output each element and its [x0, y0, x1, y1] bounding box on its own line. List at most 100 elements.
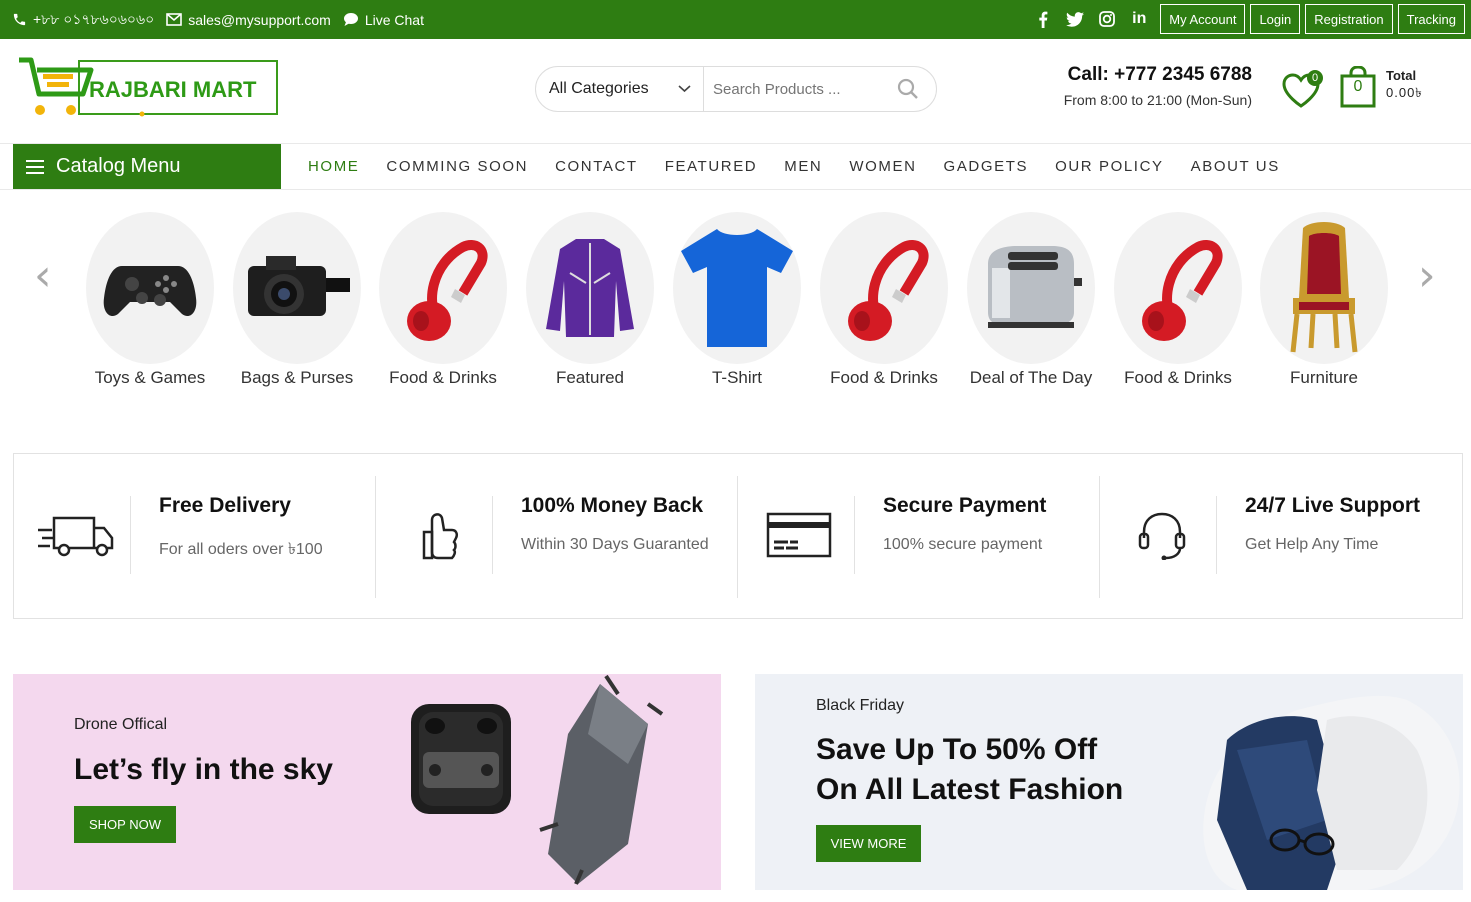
cart-button[interactable]: 0: [1340, 65, 1376, 108]
toaster-icon: [988, 246, 1082, 328]
category-select[interactable]: All Categories: [536, 67, 704, 111]
drone-controller-image: [411, 704, 511, 814]
call-info: Call: +777 2345 6788 From 8:00 to 21:00 …: [1040, 64, 1252, 108]
category-item-food-drinks[interactable]: Food & Drinks: [1108, 212, 1248, 388]
nav-item-home[interactable]: HOME: [308, 158, 359, 175]
feature-free-delivery: Free Delivery For all oders over ৳100: [14, 476, 376, 598]
contact-info: +৮৮ ০১৭৮৬০৬০৬০ sales@mysupport.com Live …: [12, 0, 436, 39]
category-item-food-drinks[interactable]: Food & Drinks: [373, 212, 513, 388]
email-address: sales@mysupport.com: [188, 11, 331, 28]
headset-icon: [1138, 512, 1186, 560]
site-logo[interactable]: RAJBARI MART: [17, 56, 279, 120]
feature-separator: [854, 496, 855, 574]
category-select-value: All Categories: [549, 80, 649, 97]
jacket-icon: [546, 239, 634, 337]
feature-separator: [492, 496, 493, 574]
nav-item-featured[interactable]: FEATURED: [665, 158, 758, 175]
registration-button[interactable]: Registration: [1305, 4, 1393, 34]
category-item-toys-games[interactable]: Toys & Games: [80, 212, 220, 388]
phone-contact[interactable]: +৮৮ ০১৭৮৬০৬০৬০: [12, 8, 154, 32]
feature-secure-payment: Secure Payment 100% secure payment: [738, 476, 1100, 598]
wishlist-count-badge: 0: [1307, 70, 1323, 86]
cart-total-label: Total: [1386, 68, 1417, 83]
category-item-deal-of-the-day[interactable]: Deal of The Day: [961, 212, 1101, 388]
category-label: T-Shirt: [711, 368, 763, 387]
search-icon[interactable]: [897, 78, 919, 100]
nav-item-gadgets[interactable]: GADGETS: [944, 158, 1029, 175]
category-item-featured[interactable]: Featured: [520, 212, 660, 388]
feature-subtitle: Get Help Any Time: [1245, 536, 1379, 553]
banner-eyebrow: Drone Offical: [74, 716, 168, 733]
tracking-button[interactable]: Tracking: [1397, 4, 1465, 34]
category-image: [967, 212, 1095, 364]
live-chat-link[interactable]: Live Chat: [343, 12, 424, 28]
headphones-icon: [1142, 240, 1223, 341]
logo-text: RAJBARI MART: [89, 77, 257, 102]
category-label: Deal of The Day: [969, 368, 1093, 387]
nav-item-contact[interactable]: CONTACT: [555, 158, 638, 175]
category-image: [86, 212, 214, 364]
banner-eyebrow: Black Friday: [816, 697, 905, 714]
cart-total-value: 0.00৳: [1386, 85, 1423, 100]
twitter-icon[interactable]: [1064, 8, 1086, 30]
headphones-icon: [407, 240, 488, 341]
drone-banner[interactable]: Drone Offical Let’s fly in the sky SHOP …: [13, 674, 721, 890]
phone-icon: [13, 13, 26, 26]
chair-icon: [1290, 222, 1358, 353]
category-label: Toys & Games: [94, 368, 206, 387]
facebook-icon[interactable]: [1032, 8, 1054, 30]
nav-item-our-policy[interactable]: OUR POLICY: [1055, 158, 1164, 175]
call-number: Call: +777 2345 6788: [1067, 64, 1252, 85]
category-label: Food & Drinks: [830, 368, 938, 387]
search-bar: All Categories: [535, 66, 937, 112]
phone-number: +৮৮ ০১৭৮৬০৬০৬০: [33, 10, 155, 27]
wishlist-button[interactable]: 0: [1281, 70, 1323, 110]
category-image: [673, 212, 801, 364]
my-account-button[interactable]: My Account: [1160, 4, 1246, 34]
feature-title: 100% Money Back: [521, 494, 704, 517]
cart-total[interactable]: Total 0.00৳: [1386, 68, 1423, 105]
catalog-menu-label: Catalog Menu: [56, 155, 181, 177]
linkedin-icon[interactable]: in: [1128, 8, 1150, 30]
category-image: [379, 212, 507, 364]
catalog-menu-button[interactable]: Catalog Menu: [13, 144, 281, 189]
search-input[interactable]: [713, 69, 893, 109]
banner-headline-line2: On All Latest Fashion: [816, 773, 1124, 806]
headphones-icon: [848, 240, 929, 341]
category-image: [1114, 212, 1242, 364]
cart-count: 0: [1353, 78, 1363, 95]
top-bar: +৮৮ ০১৭৮৬০৬০৬০ sales@mysupport.com Live …: [0, 0, 1471, 39]
carousel-prev-arrow[interactable]: ‹: [34, 250, 52, 301]
thumbs-up-icon: [422, 513, 459, 560]
category-item-food-drinks[interactable]: Food & Drinks: [814, 212, 954, 388]
banner-headline: Let’s fly in the sky: [74, 753, 333, 786]
category-label: Food & Drinks: [1124, 368, 1232, 387]
view-more-button[interactable]: VIEW MORE: [816, 825, 921, 862]
nav-item-comming-soon[interactable]: COMMING SOON: [386, 158, 528, 175]
instagram-icon[interactable]: [1096, 8, 1118, 30]
category-item-bags-purses[interactable]: Bags & Purses: [227, 212, 367, 388]
nav-item-men[interactable]: MEN: [784, 158, 822, 175]
category-label: Food & Drinks: [389, 368, 497, 387]
category-label: Furniture: [1289, 368, 1359, 387]
nav-divider-bottom: [0, 189, 1471, 190]
feature-separator: [1216, 496, 1217, 574]
gamepad-icon: [103, 266, 197, 317]
chat-icon: [343, 13, 358, 26]
chevron-down-icon: [678, 85, 691, 93]
email-contact[interactable]: sales@mysupport.com: [166, 12, 331, 28]
nav-item-about-us[interactable]: ABOUT US: [1191, 158, 1280, 175]
login-button[interactable]: Login: [1250, 4, 1301, 34]
nav-item-women[interactable]: WOMEN: [849, 158, 916, 175]
category-item-furniture[interactable]: Furniture: [1254, 212, 1394, 388]
call-hours: From 8:00 to 21:00 (Mon-Sun): [1063, 92, 1252, 108]
fashion-clothes-image: [1203, 695, 1460, 890]
credit-card-icon: [766, 512, 832, 558]
fashion-banner[interactable]: Black Friday Save Up To 50% Off On All L…: [755, 674, 1463, 890]
features-strip: Free Delivery For all oders over ৳100 10…: [13, 453, 1463, 619]
shop-now-button[interactable]: SHOP NOW: [74, 806, 176, 843]
category-item-t-shirt[interactable]: T-Shirt: [667, 212, 807, 388]
carousel-next-arrow[interactable]: ›: [1418, 250, 1436, 301]
category-image: [233, 212, 361, 364]
camera-icon: [248, 256, 350, 316]
